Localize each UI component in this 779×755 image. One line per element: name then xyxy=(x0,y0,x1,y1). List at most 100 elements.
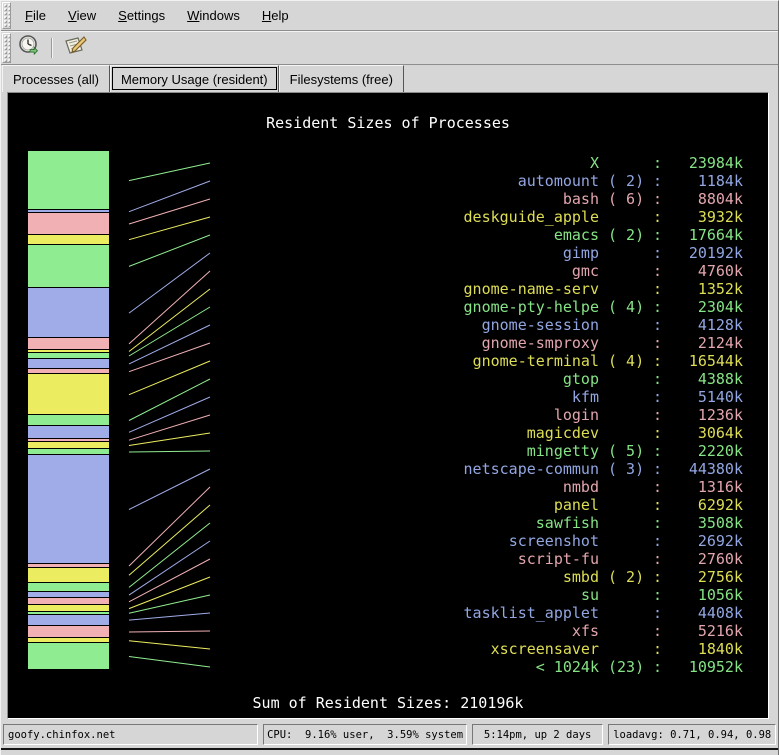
process-resident-size: 1840k xyxy=(671,640,743,658)
process-name: script-fu xyxy=(16,550,599,568)
process-colon: : xyxy=(644,352,671,370)
process-count: ( 6) xyxy=(599,190,644,208)
status-time-uptime: 5:14pm, up 2 days xyxy=(472,724,604,745)
process-size-list: X:23984kautomount( 2):1184kbash( 6):8804… xyxy=(16,154,743,676)
process-resident-size: 1184k xyxy=(671,172,743,190)
process-row: script-fu:2760k xyxy=(16,550,743,568)
process-resident-size: 4388k xyxy=(671,370,743,388)
process-name: screenshot xyxy=(16,532,599,550)
menubar-grip-handle[interactable] xyxy=(2,2,11,29)
process-row: su:1056k xyxy=(16,586,743,604)
menu-view-hotkey: V xyxy=(68,8,77,23)
timer-button[interactable] xyxy=(14,34,44,62)
process-resident-size: 2304k xyxy=(671,298,743,316)
status-bar: goofy.chinfox.net CPU: 9.16% user, 3.59%… xyxy=(1,724,778,745)
edit-properties-button[interactable] xyxy=(60,34,90,62)
process-name: xfs xyxy=(16,622,599,640)
process-name: smbd xyxy=(16,568,599,586)
process-name: bash xyxy=(16,190,599,208)
toolbar-grip-handle[interactable] xyxy=(2,33,11,63)
process-row: gnome-pty-helpe( 4):2304k xyxy=(16,298,743,316)
process-colon: : xyxy=(644,406,671,424)
process-colon: : xyxy=(644,550,671,568)
process-count xyxy=(599,280,644,298)
process-count: (23) xyxy=(599,658,644,676)
menu-view[interactable]: View xyxy=(57,1,107,30)
process-row: panel:6292k xyxy=(16,496,743,514)
process-colon: : xyxy=(644,514,671,532)
process-count: ( 2) xyxy=(599,226,644,244)
menu-windows-hotkey: W xyxy=(187,8,199,23)
status-cpu: CPU: 9.16% user, 3.59% system xyxy=(263,724,466,745)
process-colon: : xyxy=(644,244,671,262)
process-resident-size: 1056k xyxy=(671,586,743,604)
window-bottom-edge xyxy=(1,748,778,755)
process-resident-size: 8804k xyxy=(671,190,743,208)
process-name: gtop xyxy=(16,370,599,388)
process-row: gtop:4388k xyxy=(16,370,743,388)
process-resident-size: 6292k xyxy=(671,496,743,514)
process-row: gnome-session:4128k xyxy=(16,316,743,334)
process-row: gnome-name-serv:1352k xyxy=(16,280,743,298)
menu-file[interactable]: File xyxy=(14,1,57,30)
process-count xyxy=(599,370,644,388)
process-row: bash( 6):8804k xyxy=(16,190,743,208)
process-colon: : xyxy=(644,568,671,586)
process-row: nmbd:1316k xyxy=(16,478,743,496)
process-row: tasklist_applet:4408k xyxy=(16,604,743,622)
edit-note-icon xyxy=(62,34,88,63)
process-row: magicdev:3064k xyxy=(16,424,743,442)
process-row: mingetty( 5):2220k xyxy=(16,442,743,460)
process-colon: : xyxy=(644,334,671,352)
process-name: gnome-session xyxy=(16,316,599,334)
process-count xyxy=(599,316,644,334)
process-name: X xyxy=(16,154,599,172)
tab-filesystems-free[interactable]: Filesystems (free) xyxy=(279,65,404,92)
menu-settings[interactable]: Settings xyxy=(107,1,176,30)
process-name: < 1024k xyxy=(16,658,599,676)
process-colon: : xyxy=(644,604,671,622)
process-resident-size: 2692k xyxy=(671,532,743,550)
menu-help-label: elp xyxy=(271,8,288,23)
process-count xyxy=(599,208,644,226)
memory-usage-page: Resident Sizes of Processes X:23984kauto… xyxy=(7,92,769,719)
process-colon: : xyxy=(644,658,671,676)
process-colon: : xyxy=(644,226,671,244)
process-row: smbd( 2):2756k xyxy=(16,568,743,586)
menu-windows[interactable]: Windows xyxy=(176,1,251,30)
menu-file-label: ile xyxy=(33,8,46,23)
process-resident-size: 2220k xyxy=(671,442,743,460)
status-loadavg: loadavg: 0.71, 0.94, 0.98 xyxy=(608,724,776,745)
process-row: X:23984k xyxy=(16,154,743,172)
process-row: gnome-smproxy:2124k xyxy=(16,334,743,352)
process-count xyxy=(599,514,644,532)
process-row: xscreensaver:1840k xyxy=(16,640,743,658)
menu-file-hotkey: F xyxy=(25,8,33,23)
process-colon: : xyxy=(644,442,671,460)
process-row: gmc:4760k xyxy=(16,262,743,280)
menu-windows-label: indows xyxy=(199,8,239,23)
chart-sum-label: Sum of Resident Sizes: 210196k xyxy=(8,694,768,712)
process-name: emacs xyxy=(16,226,599,244)
menu-help[interactable]: Help xyxy=(251,1,300,30)
process-row: xfs:5216k xyxy=(16,622,743,640)
process-colon: : xyxy=(644,190,671,208)
menu-view-label: iew xyxy=(77,8,97,23)
process-resident-size: 1236k xyxy=(671,406,743,424)
process-name: sawfish xyxy=(16,514,599,532)
process-colon: : xyxy=(644,622,671,640)
status-hostname: goofy.chinfox.net xyxy=(3,724,258,745)
process-name: gimp xyxy=(16,244,599,262)
tab-processes-all[interactable]: Processes (all) xyxy=(2,65,110,92)
process-count xyxy=(599,586,644,604)
process-row: screenshot:2692k xyxy=(16,532,743,550)
tab-memory-usage-resident[interactable]: Memory Usage (resident) xyxy=(110,65,279,92)
process-colon: : xyxy=(644,262,671,280)
process-colon: : xyxy=(644,424,671,442)
process-resident-size: 3932k xyxy=(671,208,743,226)
process-count xyxy=(599,244,644,262)
process-count xyxy=(599,154,644,172)
process-resident-size: 2124k xyxy=(671,334,743,352)
process-name: deskguide_apple xyxy=(16,208,599,226)
process-name: gnome-name-serv xyxy=(16,280,599,298)
